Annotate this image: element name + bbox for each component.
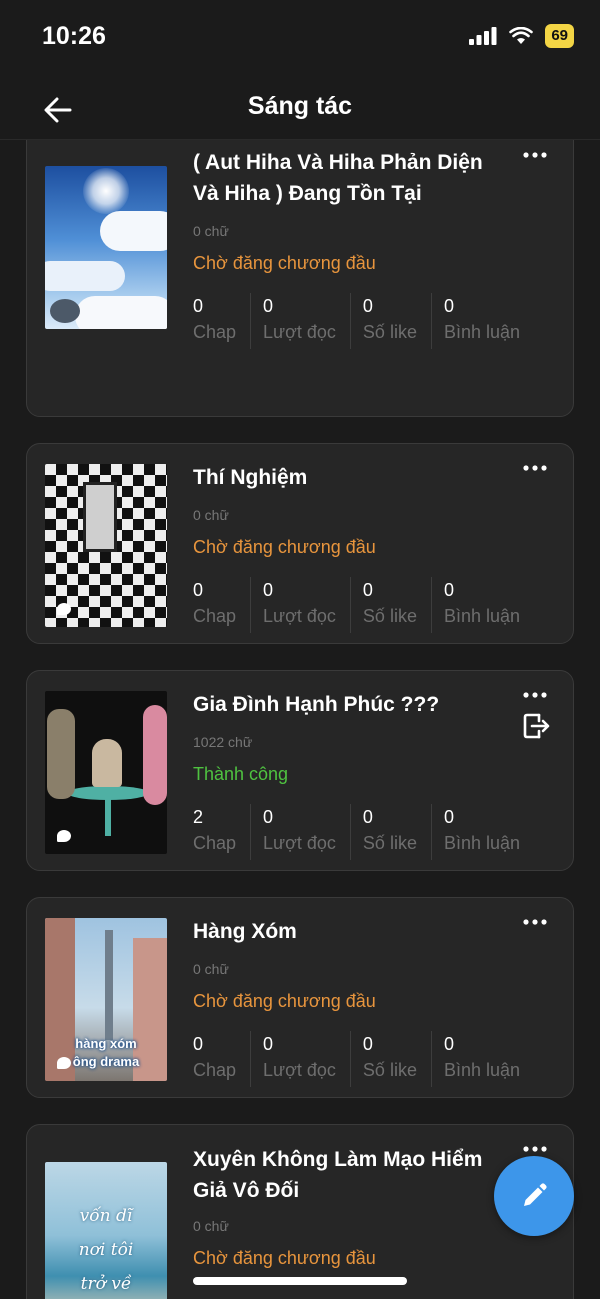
- compose-fab[interactable]: [494, 1156, 574, 1236]
- wifi-icon: [509, 27, 534, 44]
- stat-likes: 0 Số like: [363, 804, 432, 860]
- story-cover[interactable]: hàng xóm ông drama: [45, 918, 167, 1081]
- story-title[interactable]: ( Aut Hiha Và Hiha Phản Diện Và Hiha ) Đ…: [193, 147, 513, 209]
- story-status: Chờ đăng chương đầu: [193, 991, 376, 1011]
- more-options-button[interactable]: [521, 145, 549, 165]
- story-card[interactable]: Gia Đình Hạnh Phúc ??? 1022 chữ Thành cô…: [26, 670, 574, 871]
- status-bar: 10:26 69: [0, 0, 600, 80]
- story-cover[interactable]: [45, 691, 167, 854]
- story-title[interactable]: Gia Đình Hạnh Phúc ???: [193, 689, 513, 720]
- pencil-icon: [524, 1183, 547, 1206]
- export-button[interactable]: [521, 711, 551, 741]
- status-icons: 69: [469, 24, 574, 48]
- story-stats: 0 Chap 0 Lượt đọc 0 Số like 0 Bình luận: [193, 577, 534, 633]
- table-leg: [105, 796, 111, 836]
- word-count: 0 chữ: [193, 507, 229, 523]
- comment-icon: [57, 603, 71, 615]
- stat-chap: 0 Chap: [193, 577, 252, 633]
- more-options-button[interactable]: [521, 912, 549, 932]
- stat-likes: 0 Số like: [363, 293, 432, 349]
- story-card[interactable]: Thí Nghiệm 0 chữ Chờ đăng chương đầu 0 Ch…: [26, 443, 574, 644]
- planet: [50, 299, 80, 323]
- cover-text: nơi tôi: [78, 1240, 134, 1260]
- more-horizontal-icon: [523, 919, 547, 925]
- story-title[interactable]: Xuyên Không Làm Mạo Hiểm Giả Vô Đối: [193, 1144, 513, 1206]
- cover-text: trở về: [80, 1274, 132, 1294]
- tower: [105, 930, 113, 1040]
- left-figure: [47, 709, 75, 799]
- stat-likes: 0 Số like: [363, 577, 432, 633]
- comment-icon: [57, 830, 71, 842]
- home-indicator: [193, 1277, 407, 1285]
- right-figure: [143, 705, 167, 805]
- more-options-button[interactable]: [521, 458, 549, 478]
- stat-chap: 0 Chap: [193, 1031, 252, 1087]
- comment-icon: [57, 1057, 71, 1069]
- story-title[interactable]: Thí Nghiệm: [193, 462, 513, 493]
- stat-reads: 0 Lượt đọc: [263, 1031, 351, 1087]
- cloud: [100, 211, 167, 251]
- word-count: 1022 chữ: [193, 734, 253, 750]
- story-cover[interactable]: [45, 464, 167, 627]
- status-time: 10:26: [42, 22, 106, 50]
- word-count: 0 chữ: [193, 1218, 229, 1234]
- story-status: Chờ đăng chương đầu: [193, 1248, 376, 1268]
- word-count: 0 chữ: [193, 223, 229, 239]
- more-horizontal-icon: [523, 692, 547, 698]
- battery-indicator: 69: [545, 24, 574, 48]
- story-status: Thành công: [193, 764, 289, 784]
- story-cover[interactable]: [45, 166, 167, 329]
- signal-icon: [469, 27, 497, 45]
- cover-text: vốn dĩ: [79, 1206, 133, 1226]
- more-horizontal-icon: [523, 152, 547, 158]
- page-title: Sáng tác: [247, 92, 353, 120]
- stat-comments: 0 Bình luận: [443, 807, 521, 853]
- more-horizontal-icon: [523, 465, 547, 471]
- story-list[interactable]: ( Aut Hiha Và Hiha Phản Diện Và Hiha ) Đ…: [0, 0, 600, 1299]
- sun-glow: [83, 168, 129, 214]
- word-count: 0 chữ: [193, 961, 229, 977]
- stat-reads: 0 Lượt đọc: [263, 804, 351, 860]
- stat-comments: 0 Bình luận: [443, 1034, 521, 1080]
- story-status: Chờ đăng chương đầu: [193, 253, 376, 273]
- stat-chap: 2 Chap: [193, 804, 252, 860]
- stat-comments: 0 Bình luận: [443, 296, 521, 342]
- stat-likes: 0 Số like: [363, 1031, 432, 1087]
- stat-chap: 0 Chap: [193, 293, 252, 349]
- story-card[interactable]: hàng xóm ông drama Hàng Xóm 0 chữ Chờ đă…: [26, 897, 574, 1098]
- stat-reads: 0 Lượt đọc: [263, 293, 351, 349]
- story-status: Chờ đăng chương đầu: [193, 537, 376, 557]
- doorway: [83, 482, 117, 552]
- child-figure: [92, 739, 122, 787]
- story-cover[interactable]: vốn dĩ nơi tôi trở về: [45, 1162, 167, 1299]
- cover-text: hàng xóm: [75, 1036, 137, 1051]
- story-stats: 2 Chap 0 Lượt đọc 0 Số like 0 Bình luận: [193, 804, 534, 860]
- app-header: Sáng tác: [0, 80, 600, 140]
- more-options-button[interactable]: [521, 685, 549, 705]
- story-stats: 0 Chap 0 Lượt đọc 0 Số like 0 Bình luận: [193, 1031, 534, 1087]
- story-title[interactable]: Hàng Xóm: [193, 916, 513, 947]
- cloud: [45, 261, 125, 291]
- stat-comments: 0 Bình luận: [443, 580, 521, 626]
- story-card[interactable]: vốn dĩ nơi tôi trở về Xuyên Không Làm Mạ…: [26, 1124, 574, 1299]
- cloud: [75, 296, 167, 329]
- story-stats: 0 Chap 0 Lượt đọc 0 Số like 0 Bình luận: [193, 293, 534, 349]
- story-card[interactable]: ( Aut Hiha Và Hiha Phản Diện Và Hiha ) Đ…: [26, 120, 574, 417]
- export-icon: [523, 713, 550, 739]
- more-horizontal-icon: [523, 1146, 547, 1152]
- stat-reads: 0 Lượt đọc: [263, 577, 351, 633]
